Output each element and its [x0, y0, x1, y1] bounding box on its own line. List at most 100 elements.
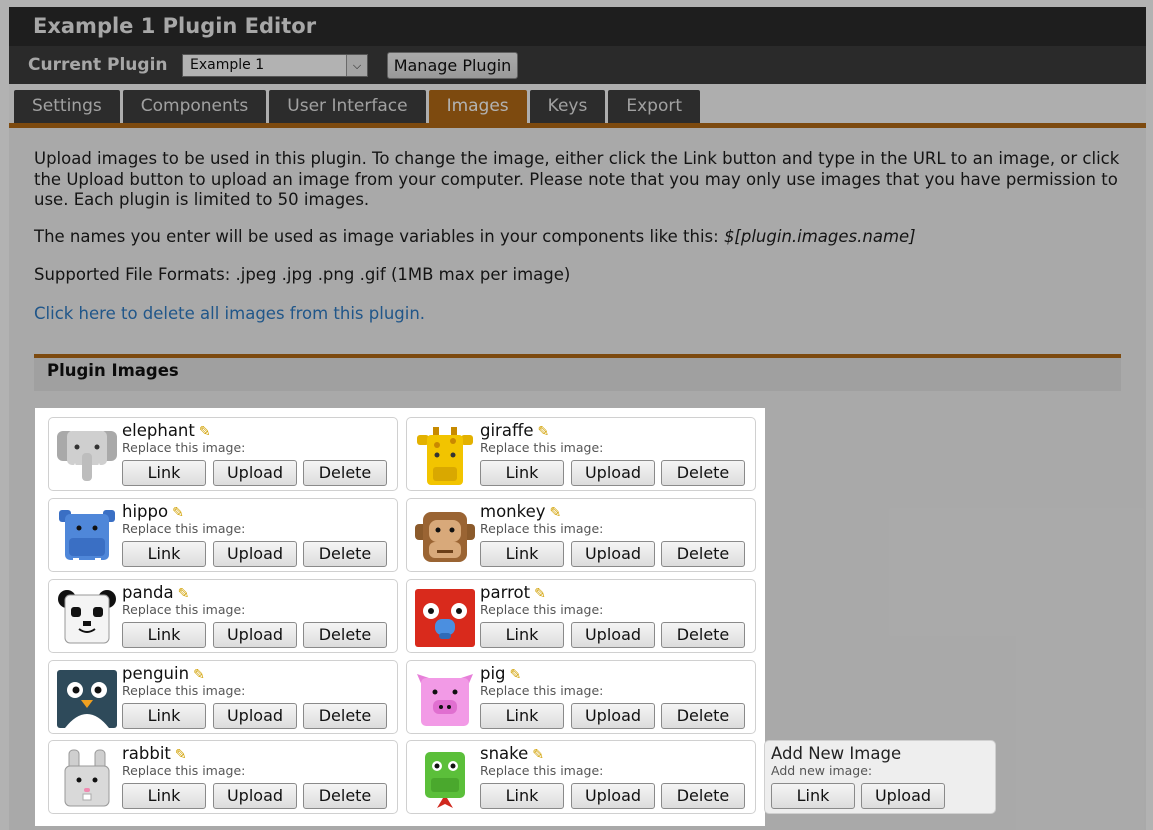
link-button[interactable]: Link	[480, 541, 564, 567]
image-name: hippo ✎	[122, 502, 184, 521]
variable-usage-text: The names you enter will be used as imag…	[34, 226, 724, 246]
replace-label: Replace this image:	[480, 521, 604, 536]
upload-button[interactable]: Upload	[571, 541, 655, 567]
image-card-snake: snake ✎ Replace this image: Link Upload D…	[406, 740, 756, 814]
link-button[interactable]: Link	[480, 622, 564, 648]
image-card-parrot: parrot ✎ Replace this image: Link Upload …	[406, 579, 756, 653]
pencil-icon[interactable]: ✎	[172, 505, 184, 521]
tab-components[interactable]: Components	[122, 90, 267, 123]
delete-button[interactable]: Delete	[661, 460, 745, 486]
pencil-icon[interactable]: ✎	[193, 667, 205, 683]
upload-button[interactable]: Upload	[213, 541, 297, 567]
image-card-giraffe: giraffe ✎ Replace this image: Link Upload…	[406, 417, 756, 491]
parrot-icon	[415, 589, 475, 647]
image-card-penguin: penguin ✎ Replace this image: Link Upload…	[48, 660, 398, 734]
plugin-images-header: Plugin Images	[34, 354, 1121, 391]
tab-bar: Settings Components User Interface Image…	[9, 84, 1146, 128]
upload-button[interactable]: Upload	[213, 703, 297, 729]
link-button[interactable]: Link	[122, 622, 206, 648]
current-plugin-label: Current Plugin	[28, 55, 168, 75]
tab-settings[interactable]: Settings	[14, 90, 120, 123]
image-name: rabbit ✎	[122, 744, 187, 763]
rabbit-icon	[64, 749, 110, 807]
upload-button[interactable]: Upload	[213, 783, 297, 809]
pencil-icon[interactable]: ✎	[510, 667, 522, 683]
upload-button[interactable]: Upload	[571, 703, 655, 729]
upload-button[interactable]: Upload	[571, 622, 655, 648]
tab-export[interactable]: Export	[608, 90, 701, 123]
pencil-icon[interactable]: ✎	[175, 747, 187, 763]
delete-button[interactable]: Delete	[661, 703, 745, 729]
plugin-select[interactable]: Example 1 ⌵	[182, 53, 368, 77]
image-card-panda: panda ✎ Replace this image: Link Upload D…	[48, 579, 398, 653]
variable-example: $[plugin.images.name]	[723, 226, 916, 246]
replace-label: Replace this image:	[122, 763, 246, 778]
giraffe-icon	[417, 427, 473, 485]
add-new-image-card: Add New Image Add new image: Link Upload	[764, 740, 996, 814]
upload-button[interactable]: Upload	[213, 460, 297, 486]
pencil-icon[interactable]: ✎	[534, 586, 546, 602]
image-card-monkey: monkey ✎ Replace this image: Link Upload …	[406, 498, 756, 572]
pig-icon	[417, 674, 473, 726]
pencil-icon[interactable]: ✎	[537, 424, 549, 440]
tab-user-interface[interactable]: User Interface	[269, 90, 426, 123]
replace-label: Replace this image:	[480, 440, 604, 455]
delete-all-images-link[interactable]: Click here to delete all images from thi…	[34, 304, 1121, 325]
images-tab-content: Upload images to be used in this plugin.…	[9, 128, 1146, 391]
add-upload-button[interactable]: Upload	[861, 783, 945, 809]
delete-button[interactable]: Delete	[661, 541, 745, 567]
variable-usage-paragraph: The names you enter will be used as imag…	[34, 227, 1121, 248]
link-button[interactable]: Link	[122, 460, 206, 486]
add-new-image-label: Add new image:	[771, 763, 873, 778]
delete-button[interactable]: Delete	[303, 703, 387, 729]
delete-button[interactable]: Delete	[303, 783, 387, 809]
hippo-icon	[59, 510, 115, 564]
pencil-icon[interactable]: ✎	[532, 747, 544, 763]
replace-label: Replace this image:	[122, 683, 246, 698]
add-link-button[interactable]: Link	[771, 783, 855, 809]
image-name: giraffe ✎	[480, 421, 550, 440]
link-button[interactable]: Link	[122, 783, 206, 809]
upload-button[interactable]: Upload	[571, 460, 655, 486]
link-button[interactable]: Link	[480, 783, 564, 809]
pencil-icon[interactable]: ✎	[550, 505, 562, 521]
penguin-icon	[57, 670, 117, 728]
chevron-down-icon[interactable]: ⌵	[346, 54, 367, 76]
image-name: monkey ✎	[480, 502, 562, 521]
replace-label: Replace this image:	[122, 602, 246, 617]
delete-button[interactable]: Delete	[661, 783, 745, 809]
plugin-select-value: Example 1	[190, 56, 265, 73]
panda-icon	[58, 590, 116, 644]
replace-label: Replace this image:	[480, 602, 604, 617]
delete-button[interactable]: Delete	[661, 622, 745, 648]
link-button[interactable]: Link	[480, 703, 564, 729]
image-card-pig: pig ✎ Replace this image: Link Upload Del…	[406, 660, 756, 734]
manage-plugin-button[interactable]: Manage Plugin	[387, 51, 518, 79]
link-button[interactable]: Link	[480, 460, 564, 486]
pencil-icon[interactable]: ✎	[199, 424, 211, 440]
upload-button[interactable]: Upload	[213, 622, 297, 648]
link-button[interactable]: Link	[122, 541, 206, 567]
delete-button[interactable]: Delete	[303, 460, 387, 486]
replace-label: Replace this image:	[122, 440, 246, 455]
pencil-icon[interactable]: ✎	[178, 586, 190, 602]
image-name: elephant ✎	[122, 421, 211, 440]
link-button[interactable]: Link	[122, 703, 206, 729]
image-name: pig ✎	[480, 664, 522, 683]
plugin-bar: Current Plugin Example 1 ⌵ Manage Plugin	[9, 46, 1146, 84]
monkey-icon	[415, 512, 475, 562]
tab-images[interactable]: Images	[428, 90, 527, 123]
image-name: panda ✎	[122, 583, 190, 602]
image-name: penguin ✎	[122, 664, 205, 683]
tab-keys[interactable]: Keys	[529, 90, 606, 123]
supported-formats: Supported File Formats: .jpeg .jpg .png …	[34, 265, 571, 284]
upload-button[interactable]: Upload	[571, 783, 655, 809]
window-title: Example 1 Plugin Editor	[9, 7, 1146, 46]
image-name: parrot ✎	[480, 583, 546, 602]
delete-button[interactable]: Delete	[303, 622, 387, 648]
image-card-rabbit: rabbit ✎ Replace this image: Link Upload …	[48, 740, 398, 814]
delete-button[interactable]: Delete	[303, 541, 387, 567]
replace-label: Replace this image:	[480, 683, 604, 698]
image-card-hippo: hippo ✎ Replace this image: Link Upload D…	[48, 498, 398, 572]
replace-label: Replace this image:	[480, 763, 604, 778]
